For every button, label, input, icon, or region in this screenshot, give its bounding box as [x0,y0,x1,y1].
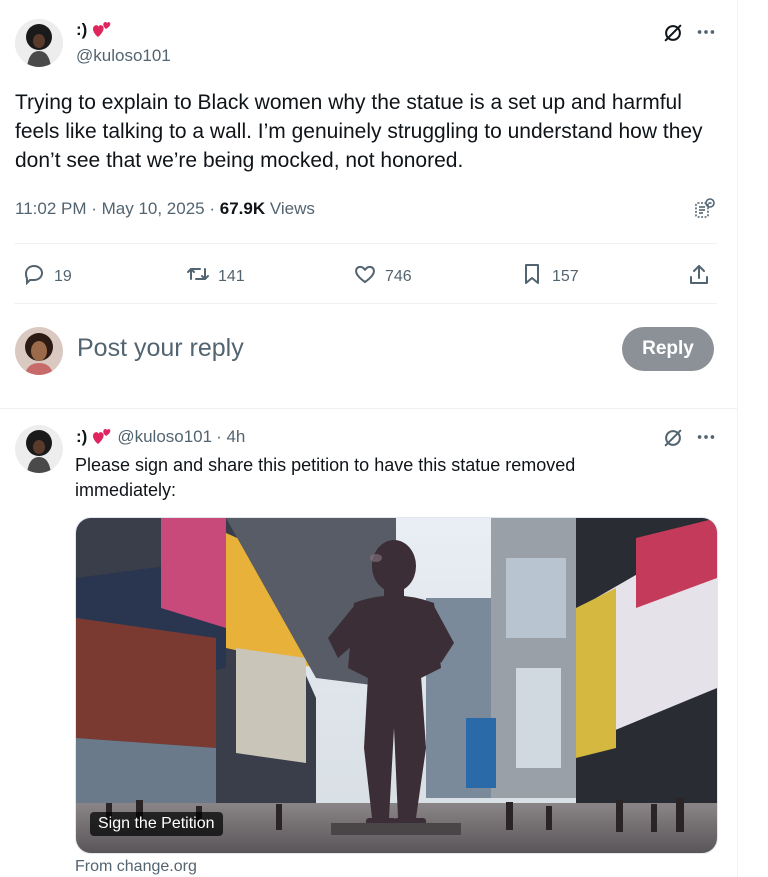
bookmark-action[interactable]: 157 [520,262,579,291]
tweet-text: Trying to explain to Black women why the… [15,91,703,172]
reply-time[interactable]: · 4h [216,427,245,447]
reply-header: :) @kuloso101 · 4h [76,427,245,447]
heart-icon [91,428,113,446]
reply-text: Please sign and share this petition to h… [75,455,576,500]
divider [14,243,717,244]
petition-caption[interactable]: Sign the Petition [90,812,223,836]
divider [0,408,737,409]
author-handle[interactable]: @kuloso101 [76,46,171,66]
column-border [737,0,738,877]
reply-action[interactable]: 19 [22,262,72,291]
reply-count: 19 [54,267,72,285]
link-source[interactable]: From change.org [75,858,197,876]
tweet-meta: 11:02 PM · May 10, 2025 · 67.9K Views [15,199,315,219]
user-avatar[interactable] [15,327,63,375]
grok-icon[interactable] [661,426,685,450]
views-count: 67.9K [219,199,266,218]
author-name[interactable]: :) [76,20,113,40]
like-icon [353,262,377,291]
more-icon[interactable] [694,20,718,44]
like-count: 746 [385,267,412,285]
divider [14,303,717,304]
views-label: Views [265,199,315,218]
retweet-icon [186,262,210,291]
like-action[interactable]: 746 [353,262,412,291]
tweet-timestamp[interactable]: 11:02 PM · May 10, 2025 · [15,199,220,218]
petition-image[interactable] [75,517,718,854]
bookmark-count: 157 [552,267,579,285]
grok-icon[interactable] [661,21,685,45]
reply-icon [22,262,46,291]
display-name: :) [76,20,88,39]
retweet-action[interactable]: 141 [186,262,245,291]
retweet-count: 141 [218,267,245,285]
author-avatar[interactable] [15,19,63,67]
reply-display-name[interactable]: :) [76,427,87,447]
more-icon[interactable] [694,425,718,449]
analytics-icon[interactable] [692,196,718,222]
heart-icon [91,21,113,39]
reply-author-avatar[interactable] [15,425,63,473]
bookmark-icon [520,262,544,291]
reply-input[interactable]: Post your reply [77,334,244,363]
reply-button[interactable]: Reply [622,327,714,371]
share-icon[interactable] [686,262,712,288]
reply-handle[interactable]: @kuloso101 [117,427,212,447]
